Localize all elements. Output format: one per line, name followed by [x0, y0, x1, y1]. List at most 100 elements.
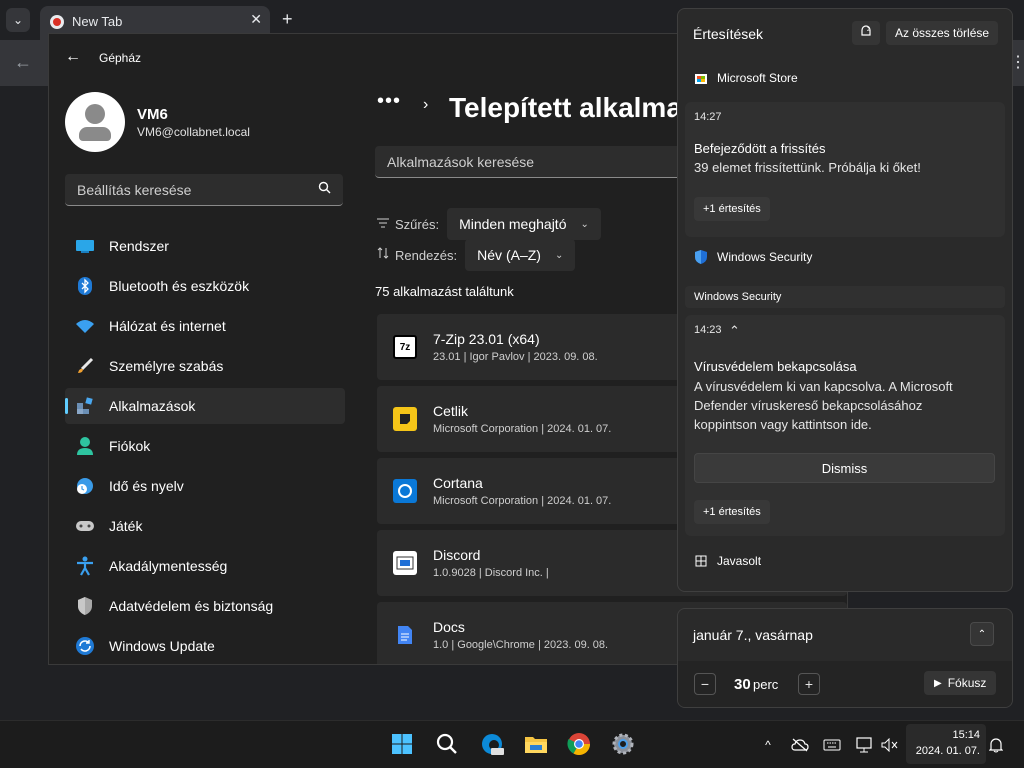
settings-search-input[interactable]: [75, 181, 309, 199]
network-ethernet-icon[interactable]: [854, 735, 874, 755]
search-icon[interactable]: [434, 731, 460, 757]
sidebar-item-label: Rendszer: [109, 238, 169, 254]
sort-dropdown[interactable]: Név (A–Z) ⌄: [465, 239, 576, 271]
notification-body-line: koppintson vagy kattintson ide.: [694, 417, 872, 432]
increase-minutes-button[interactable]: +: [798, 673, 820, 695]
source-name: Microsoft Store: [717, 71, 798, 85]
browser-back-button[interactable]: ←: [14, 52, 32, 73]
sidebar-item-label: Alkalmazások: [109, 398, 196, 414]
sidebar-item-gaming[interactable]: Játék: [65, 508, 345, 544]
filter-value: Minden meghajtó: [459, 216, 567, 232]
sidebar-item-label: Hálózat és internet: [109, 318, 226, 334]
dismiss-button[interactable]: Dismiss: [694, 453, 995, 483]
new-tab-favicon-icon: [50, 15, 64, 29]
settings-back-button[interactable]: ←: [65, 48, 81, 66]
breadcrumb-more-button[interactable]: •••: [377, 90, 401, 113]
notification-body: 39 elemet frissítettünk. Próbálja ki őke…: [694, 160, 921, 175]
start-windows-icon[interactable]: [389, 731, 415, 757]
sidebar-item-label: Játék: [109, 518, 143, 534]
source-name: Windows Security: [717, 250, 813, 264]
notification-card-security[interactable]: 14:23 ⌃ Vírusvédelem bekapcsolása A víru…: [685, 315, 1005, 536]
notification-title: Befejeződött a frissítés: [694, 141, 826, 156]
settings-gear-icon[interactable]: [610, 731, 636, 757]
sidebar-item-bluetooth[interactable]: Bluetooth és eszközök: [65, 268, 345, 304]
notification-title: Vírusvédelem bekapcsolása: [694, 359, 857, 374]
file-explorer-icon[interactable]: [523, 731, 549, 757]
notification-group-label: Windows Security: [685, 286, 1005, 308]
shield-icon: [75, 596, 95, 616]
notification-time: 14:27: [694, 111, 722, 123]
volume-muted-icon[interactable]: [880, 735, 900, 755]
bell-snooze-icon: z: [859, 24, 873, 43]
suggested-icon: [693, 553, 709, 569]
decrease-minutes-button[interactable]: −: [694, 673, 716, 695]
notification-body: A vírusvédelem ki van kapcsolva. A Micro…: [694, 377, 953, 434]
microsoft-store-icon: [693, 70, 709, 86]
windows-security-icon: [693, 249, 709, 265]
clock-time: 15:14: [952, 729, 980, 741]
app-name: Docs: [433, 619, 465, 635]
search-icon[interactable]: [318, 181, 331, 199]
notification-source-security: Windows Security: [693, 249, 812, 265]
more-notifications-button[interactable]: +1 értesítés: [694, 197, 770, 221]
sidebar-item-apps[interactable]: Alkalmazások: [65, 388, 345, 424]
edge-beta-icon[interactable]: [479, 731, 505, 757]
clear-all-button[interactable]: Az összes törlése: [886, 21, 999, 45]
calendar-expand-button[interactable]: ⌃: [970, 622, 994, 646]
notification-source-suggested: Javasolt: [693, 553, 761, 569]
monitor-icon: [75, 236, 95, 256]
play-icon: ▶: [934, 677, 942, 689]
app-meta: Microsoft Corporation | 2024. 01. 07.: [433, 495, 612, 507]
sidebar-item-label: Windows Update: [109, 638, 215, 654]
new-tab-button[interactable]: +: [282, 9, 293, 30]
tab-search-button[interactable]: ⌄: [6, 8, 30, 32]
notification-card-store[interactable]: 14:27 Befejeződött a frissítés 39 elemet…: [685, 102, 1005, 237]
app-meta: 1.0 | Google\Chrome | 2023. 09. 08.: [433, 639, 609, 651]
user-email: VM6@collabnet.local: [137, 125, 250, 139]
notifications-title: Értesítések: [693, 26, 764, 42]
sidebar-item-windows-update[interactable]: Windows Update: [65, 628, 345, 664]
avatar[interactable]: [65, 92, 125, 152]
chrome-icon[interactable]: [566, 731, 592, 757]
sidebar-item-label: Bluetooth és eszközök: [109, 278, 250, 294]
keyboard-icon[interactable]: [822, 735, 842, 755]
taskbar: ^ 15:14 2024. 01. 07.: [0, 720, 1024, 768]
cloud-offline-icon[interactable]: [790, 735, 810, 755]
filter-dropdown[interactable]: Minden meghajtó ⌄: [447, 208, 601, 240]
sidebar-item-personalization[interactable]: Személyre szabás: [65, 348, 345, 384]
focus-session-bar: − 30 perc + ▶ Fókusz: [678, 661, 1012, 707]
show-hidden-icons-chevron[interactable]: ^: [758, 735, 778, 755]
user-name: VM6: [137, 106, 168, 123]
sidebar-item-accessibility[interactable]: Akadálymentesség: [65, 548, 345, 584]
bluetooth-icon: [75, 276, 95, 296]
notification-bell-icon[interactable]: [986, 735, 1006, 755]
tab-close-icon[interactable]: ✕: [250, 11, 262, 28]
sidebar-item-label: Akadálymentesség: [109, 558, 228, 574]
app-search-input[interactable]: [385, 153, 669, 171]
app-meta: Microsoft Corporation | 2024. 01. 07.: [433, 423, 612, 435]
gamepad-icon: [75, 516, 95, 536]
sort-value: Név (A–Z): [477, 247, 541, 263]
sidebar-item-system[interactable]: Rendszer: [65, 228, 345, 264]
focus-minutes: 30: [734, 676, 751, 693]
settings-nav-list: Rendszer Bluetooth és eszközök Hálózat é…: [65, 228, 345, 668]
sidebar-item-accounts[interactable]: Fiókok: [65, 428, 345, 464]
apps-found-count: 75 alkalmazást találtunk: [375, 284, 514, 299]
app-name: 7-Zip 23.01 (x64): [433, 331, 540, 347]
filter-icon: [377, 215, 389, 233]
sidebar-item-network[interactable]: Hálózat és internet: [65, 308, 345, 344]
focus-unit: perc: [753, 677, 779, 692]
sort-label: Rendezés:: [395, 247, 458, 263]
clock-date: 2024. 01. 07.: [915, 745, 980, 757]
sidebar-item-time-language[interactable]: Idő és nyelv: [65, 468, 345, 504]
taskbar-clock[interactable]: 15:14 2024. 01. 07.: [906, 724, 986, 764]
focus-label: Fókusz: [947, 676, 987, 690]
app-name: Cortana: [433, 475, 483, 491]
collapse-chevron-icon[interactable]: ⌃: [729, 323, 740, 339]
focus-start-button[interactable]: ▶ Fókusz: [924, 671, 997, 695]
do-not-disturb-button[interactable]: z: [852, 21, 880, 45]
sidebar-item-label: Adatvédelem és biztonság: [109, 598, 274, 614]
7zip-icon: 7z: [393, 335, 417, 359]
sidebar-item-privacy[interactable]: Adatvédelem és biztonság: [65, 588, 345, 624]
more-notifications-button[interactable]: +1 értesítés: [694, 500, 770, 524]
